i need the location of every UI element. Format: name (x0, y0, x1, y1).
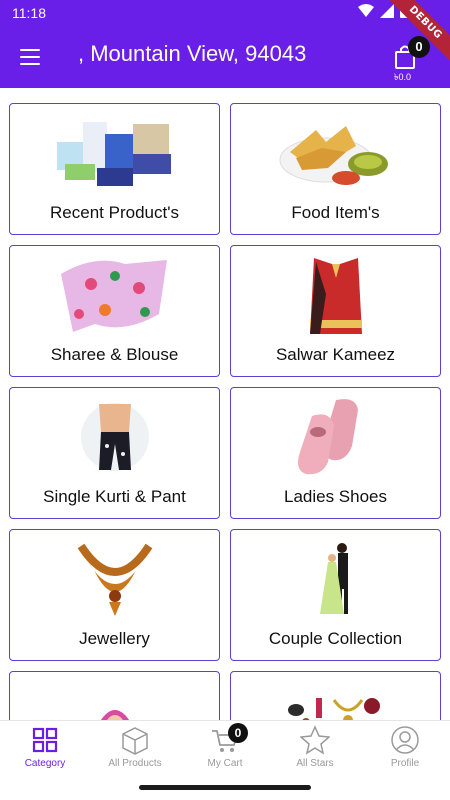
category-card-ladies-shoes[interactable]: Ladies Shoes (230, 387, 441, 519)
jewellery-image (77, 543, 153, 616)
category-label: Couple Collection (268, 629, 403, 648)
ladies-shoes-image (298, 399, 358, 475)
accessories-image (288, 698, 380, 720)
nav-category[interactable]: Category (0, 721, 90, 777)
category-card-salwar-kameez[interactable]: Salwar Kameez (230, 245, 441, 377)
app-screen: 11:18 , Mountain View, 94043 0 ৳0.0 DEBU… (0, 0, 450, 800)
home-indicator[interactable] (139, 785, 311, 790)
cart-badge: 0 (228, 723, 248, 743)
nav-label: My Cart (207, 758, 243, 769)
category-label: Food Item's (291, 203, 380, 222)
category-label: Sharee & Blouse (50, 345, 179, 364)
menu-icon-bar (20, 56, 40, 58)
salwar-kameez-image (310, 258, 362, 334)
category-card-9[interactable] (9, 671, 220, 720)
cart-button[interactable]: 0 ৳0.0 (394, 34, 430, 82)
menu-icon (20, 49, 40, 51)
nav-label: All Stars (296, 758, 334, 769)
category-label: Salwar Kameez (275, 345, 396, 364)
gesture-bar (0, 776, 450, 800)
category-card-recent-products[interactable]: Recent Product's (9, 103, 220, 235)
nav-label: All Products (108, 758, 162, 769)
menu-icon-bar (20, 63, 40, 65)
cart-amount: ৳0.0 (394, 72, 411, 82)
bottom-navigation: Category All Products 0 My Cart All Star… (0, 720, 450, 776)
nav-profile[interactable]: Profile (360, 721, 450, 777)
signal-icon (380, 4, 394, 18)
location-title: , Mountain View, 94043 (78, 41, 307, 66)
hijab-image (101, 710, 129, 720)
nav-label: Category (24, 758, 66, 769)
category-label: Ladies Shoes (283, 487, 388, 506)
category-card-single-kurti-pant[interactable]: Single Kurti & Pant (9, 387, 220, 519)
category-icon (32, 727, 58, 753)
nav-my-cart[interactable]: 0 My Cart (180, 721, 270, 777)
box-icon (122, 727, 148, 755)
category-card-sharee-blouse[interactable]: Sharee & Blouse (9, 245, 220, 377)
kurti-pant-image (81, 403, 149, 471)
nav-label: Profile (390, 758, 420, 769)
star-icon (300, 725, 330, 755)
category-card-10[interactable] (230, 671, 441, 720)
category-grid: Recent Product's Food Item's Sharee & Bl… (9, 103, 441, 720)
category-label: Single Kurti & Pant (43, 487, 186, 506)
wifi-icon (358, 4, 374, 17)
couple-image (320, 543, 348, 614)
category-label: Jewellery (79, 629, 150, 648)
status-time: 11:18 (12, 5, 46, 21)
cart-count-badge: 0 (408, 36, 430, 58)
food-items-image (279, 126, 388, 185)
category-card-couple-collection[interactable]: Couple Collection (230, 529, 441, 661)
category-card-food-items[interactable]: Food Item's (230, 103, 441, 235)
category-label: Recent Product's (50, 203, 179, 222)
sharee-blouse-image (61, 260, 167, 332)
app-bar: , Mountain View, 94043 0 ৳0.0 (0, 26, 450, 88)
category-card-jewellery[interactable]: Jewellery (9, 529, 220, 661)
status-bar: 11:18 (0, 0, 450, 26)
menu-button[interactable] (16, 44, 44, 70)
profile-icon (391, 726, 419, 754)
nav-all-stars[interactable]: All Stars (270, 721, 360, 777)
nav-all-products[interactable]: All Products (90, 721, 180, 777)
recent-products-image (57, 122, 171, 186)
